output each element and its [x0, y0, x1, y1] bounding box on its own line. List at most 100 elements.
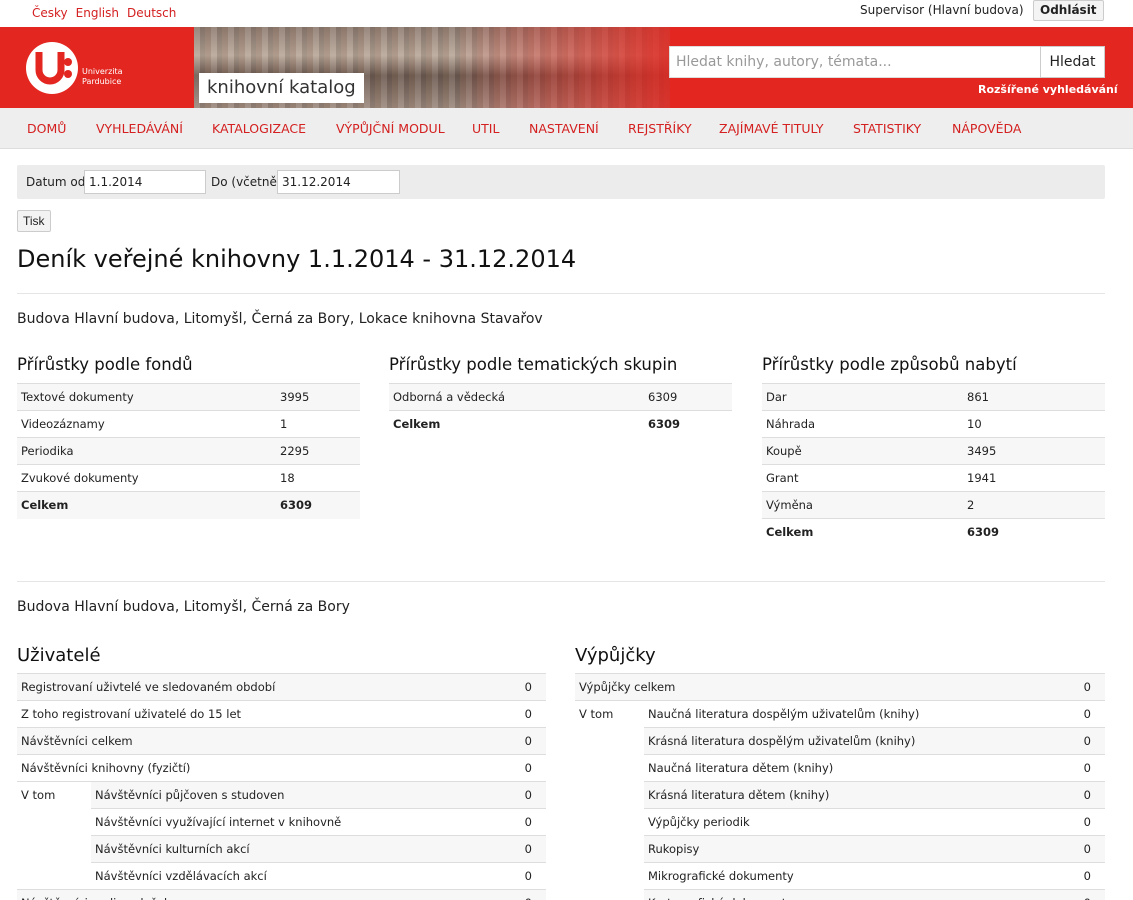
table-row: Celkem 6309 — [762, 518, 1105, 546]
nav-home[interactable]: DOMŮ — [27, 121, 66, 136]
date-from-input[interactable]: 1.1.2014 — [84, 170, 206, 194]
row-label: Naučná literatura dospělým uživatelům (k… — [644, 700, 1078, 728]
row-label: Náhrada — [762, 410, 963, 438]
row-value: 0 — [1078, 700, 1105, 728]
search-input[interactable]: Hledat knihy, autory, témata... — [669, 46, 1041, 78]
table-row: Dar 861 — [762, 383, 1105, 411]
row-label: Návštěvníci půjčoven s studoven — [91, 781, 516, 809]
row-label: Celkem — [762, 518, 963, 546]
row-value: 0 — [1078, 673, 1105, 701]
table-row: Krásná literatura dětem (knihy) 0 — [575, 781, 1105, 809]
lang-en-link[interactable]: English — [76, 6, 119, 20]
lang-cs-link[interactable]: Česky — [32, 6, 68, 20]
table-row: Z toho registrovaní uživatelé do 15 let 0 — [17, 700, 546, 728]
row-value: 3495 — [963, 437, 1105, 465]
row-label: Výpůjčky celkem — [575, 673, 1078, 701]
print-button[interactable]: Tisk — [17, 210, 51, 232]
table-row: Naučná literatura dětem (knihy) 0 — [575, 754, 1105, 782]
by-fund-title: Přírůstky podle fondů — [17, 355, 193, 374]
table-row: Grant 1941 — [762, 464, 1105, 492]
nav-cataloging[interactable]: KATALOGIZACE — [212, 121, 306, 136]
row-label: Naučná literatura dětem (knihy) — [644, 754, 1078, 782]
table-row: Odborná a vědecká 6309 — [389, 383, 732, 411]
row-value: 0 — [516, 727, 546, 755]
row-value: 2 — [963, 491, 1105, 519]
row-value: 6309 — [963, 518, 1105, 546]
by-acquisition-title: Přírůstky podle způsobů nabytí — [762, 355, 1017, 374]
table-row: Náhrada 10 — [762, 410, 1105, 438]
row-label: Krásná literatura dospělým uživatelům (k… — [644, 727, 1078, 755]
row-label: Videozáznamy — [17, 410, 276, 438]
row-label: Celkem — [389, 410, 644, 438]
table-row: Rukopisy 0 — [575, 835, 1105, 863]
date-filter: Datum od 1.1.2014 Do (včetně) 31.12.2014 — [17, 165, 1105, 199]
row-label: Návštěvníci vzdělávacích akcí — [91, 862, 516, 890]
table-row: Návštěvníci knihovny (fyzičtí) 0 — [17, 754, 546, 782]
row-value: 861 — [963, 383, 1105, 411]
table-row: Výpůjčky periodik 0 — [575, 808, 1105, 836]
date-to-label: Do (včetně) — [211, 175, 282, 189]
table-row: V tom Návštěvníci půjčoven s studoven 0 — [17, 781, 546, 809]
row-label: Kartografické dokumenty — [644, 889, 1078, 900]
divider — [17, 581, 1105, 582]
row-label: Návštěvníci celkem — [17, 727, 516, 755]
row-label: Výměna — [762, 491, 963, 519]
header: Univerzita Pardubice knihovní katalog Hl… — [0, 27, 1133, 108]
nav-help[interactable]: NÁPOVĚDA — [952, 121, 1021, 136]
row-value: 0 — [516, 835, 546, 863]
lang-de-link[interactable]: Deutsch — [127, 6, 176, 20]
row-label: Koupě — [762, 437, 963, 465]
table-row: Výměna 2 — [762, 491, 1105, 519]
table-row: Koupě 3495 — [762, 437, 1105, 465]
table-row: Návštěvníci on-line služeb0 — [17, 889, 546, 900]
row-value: 0 — [516, 700, 546, 728]
logout-button[interactable]: Odhlásit — [1033, 0, 1104, 21]
row-label: Mikrografické dokumenty — [644, 862, 1078, 890]
nav-settings[interactable]: NASTAVENÍ — [529, 121, 599, 136]
nav-util[interactable]: UTIL — [472, 121, 499, 136]
row-value: 0 — [1078, 808, 1105, 836]
logo-text: Univerzita Pardubice — [82, 67, 123, 86]
by-topic-table: Odborná a vědecká 6309 Celkem 6309 — [389, 383, 732, 438]
row-value: 0 — [1078, 781, 1105, 809]
advanced-search-link[interactable]: Rozšířené vyhledávání — [978, 83, 1118, 96]
row-label: Z toho registrovaní uživatelé do 15 let — [17, 700, 516, 728]
table-row: Celkem 6309 — [389, 410, 732, 438]
by-topic-title: Přírůstky podle tematických skupin — [389, 355, 678, 374]
row-value: 18 — [276, 464, 360, 492]
table-row: Výpůjčky celkem 0 — [575, 673, 1105, 701]
nav-search[interactable]: VYHLEDÁVÁNÍ — [96, 121, 183, 136]
row-value: 0 — [1078, 862, 1105, 890]
nav-statistics[interactable]: STATISTIKY — [853, 121, 921, 136]
row-value: 6309 — [644, 383, 732, 411]
search-button[interactable]: Hledat — [1040, 46, 1105, 78]
nav-loans[interactable]: VÝPŮJČNÍ MODUL — [336, 121, 445, 136]
loans-table: Výpůjčky celkem 0 V tom Naučná literatura d… — [575, 673, 1105, 900]
table-row: Návštěvníci využívající internet v kniho… — [17, 808, 546, 836]
row-group-label: V tom — [575, 700, 644, 728]
row-value: 1941 — [963, 464, 1105, 492]
date-from-label: Datum od — [26, 175, 86, 189]
row-value: 0 — [1078, 835, 1105, 863]
table-row: Návštěvníci vzdělávacích akcí 0 — [17, 862, 546, 890]
university-logo[interactable]: Univerzita Pardubice — [0, 27, 194, 108]
nav-interesting-titles[interactable]: ZAJÍMAVÉ TITULY — [719, 121, 824, 136]
catalog-label: knihovní katalog — [199, 73, 364, 103]
current-user: Supervisor (Hlavní budova) — [860, 3, 1024, 17]
table-row: Registrovaní uživtelé ve sledovaném obdo… — [17, 673, 546, 701]
row-group-label — [17, 862, 91, 890]
row-label: Návštěvníci on-line služeb — [17, 889, 516, 900]
building-location-2: Budova Hlavní budova, Litomyšl, Černá za… — [17, 599, 350, 615]
row-group-label — [17, 808, 91, 836]
row-label: Návštěvníci kulturních akcí — [91, 835, 516, 863]
row-label: Krásná literatura dětem (knihy) — [644, 781, 1078, 809]
row-value: 0 — [1078, 889, 1105, 900]
nav-registers[interactable]: REJSTŘÍKY — [628, 121, 692, 136]
table-row: Periodika 2295 — [17, 437, 360, 465]
date-to-input[interactable]: 31.12.2014 — [277, 170, 400, 194]
table-row: Mikrografické dokumenty 0 — [575, 862, 1105, 890]
main-nav: DOMŮ VYHLEDÁVÁNÍ KATALOGIZACE VÝPŮJČNÍ M… — [0, 108, 1133, 149]
row-value: 0 — [1078, 727, 1105, 755]
row-group-label — [575, 781, 644, 809]
table-row: Návštěvníci celkem 0 — [17, 727, 546, 755]
